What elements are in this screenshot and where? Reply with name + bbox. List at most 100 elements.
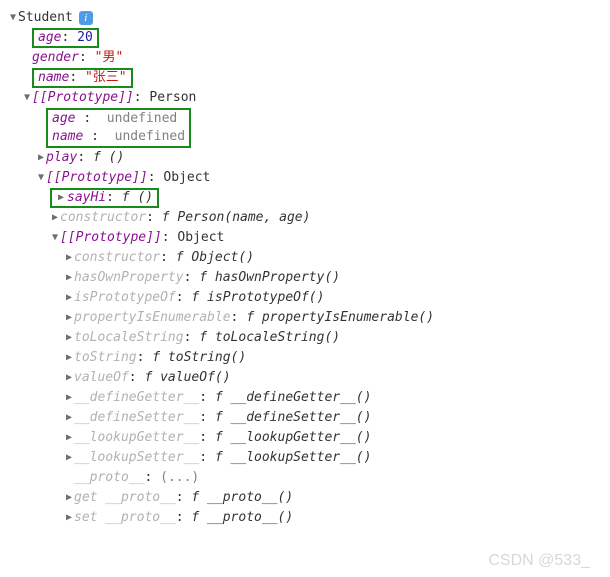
value: f Object() <box>176 248 254 268</box>
root-object-row[interactable]: Student i <box>8 8 602 28</box>
expand-icon[interactable] <box>64 248 74 268</box>
value: f toString() <box>152 348 246 368</box>
key: __proto__ <box>74 468 144 488</box>
proto-label: [[Prototype]] <box>60 228 162 248</box>
colon: : <box>77 148 93 168</box>
class-name: Student <box>18 8 73 28</box>
proto1-play[interactable]: play : f () <box>8 148 602 168</box>
proto3-item[interactable]: propertyIsEnumerable: f propertyIsEnumer… <box>8 308 602 328</box>
proto3-item[interactable]: __lookupGetter__: f __lookupGetter__() <box>8 428 602 448</box>
colon: : <box>106 188 122 208</box>
key: propertyIsEnumerable <box>74 308 231 328</box>
expand-icon[interactable] <box>64 428 74 448</box>
value: f toLocaleString() <box>199 328 340 348</box>
watermark: CSDN @533_ <box>488 551 590 571</box>
prop-age[interactable]: age : 20 <box>8 28 602 48</box>
proto3-item[interactable]: isPrototypeOf: f isPrototypeOf() <box>8 288 602 308</box>
prototype-object-row-2[interactable]: [[Prototype]] : Object <box>8 228 602 248</box>
proto3-get-proto[interactable]: get __proto__ : f __proto__() <box>8 488 602 508</box>
key: play <box>46 148 77 168</box>
value: (...) <box>160 468 199 488</box>
expand-icon[interactable] <box>64 388 74 408</box>
proto2-constructor[interactable]: constructor : f Person(name, age) <box>8 208 602 228</box>
key: hasOwnProperty <box>74 268 184 288</box>
key: __lookupGetter__ <box>74 428 199 448</box>
proto3-item[interactable]: toString: f toString() <box>8 348 602 368</box>
expand-icon[interactable] <box>64 288 74 308</box>
proto1-age[interactable]: age : undefined name : undefined <box>8 108 602 148</box>
prop-name[interactable]: name : "张三" <box>8 68 602 88</box>
proto3-item[interactable]: __defineGetter__: f __defineGetter__() <box>8 388 602 408</box>
expand-icon[interactable] <box>36 148 46 168</box>
expand-icon[interactable] <box>64 328 74 348</box>
key: age <box>52 111 75 126</box>
value: "张三" <box>85 68 127 88</box>
proto-type: Object <box>163 168 210 188</box>
value: f __lookupSetter__() <box>215 448 372 468</box>
key: set __proto__ <box>74 508 176 528</box>
key: toString <box>74 348 137 368</box>
expand-icon[interactable] <box>50 208 60 228</box>
value: f Person(name, age) <box>162 208 311 228</box>
expand-icon[interactable] <box>36 168 46 188</box>
value: 20 <box>77 28 93 48</box>
expand-icon[interactable] <box>64 508 74 528</box>
expand-icon[interactable] <box>64 308 74 328</box>
proto3-item[interactable]: valueOf: f valueOf() <box>8 368 602 388</box>
proto3-item[interactable]: constructor: f Object() <box>8 248 602 268</box>
highlight-box: age : 20 <box>32 28 99 48</box>
colon: : <box>137 348 153 368</box>
colon: : <box>160 248 176 268</box>
expand-icon[interactable] <box>64 408 74 428</box>
proto3-item[interactable]: toLocaleString: f toLocaleString() <box>8 328 602 348</box>
expand-icon[interactable] <box>64 448 74 468</box>
highlight-box: sayHi : f () <box>50 188 159 208</box>
expand-icon[interactable] <box>22 88 32 108</box>
value: "男" <box>95 48 124 68</box>
expand-icon[interactable] <box>64 348 74 368</box>
proto3-item[interactable]: __lookupSetter__: f __lookupSetter__() <box>8 448 602 468</box>
key: isPrototypeOf <box>74 288 176 308</box>
key: constructor <box>60 208 146 228</box>
proto-type: Object <box>177 228 224 248</box>
colon: : <box>199 408 215 428</box>
value: f isPrototypeOf() <box>191 288 324 308</box>
prototype-person-row[interactable]: [[Prototype]] : Person <box>8 88 602 108</box>
key: name <box>38 68 69 88</box>
prototype-object-row-1[interactable]: [[Prototype]] : Object <box>8 168 602 188</box>
expand-icon[interactable] <box>56 188 66 208</box>
colon: : <box>83 111 99 126</box>
colon: : <box>199 428 215 448</box>
info-icon[interactable]: i <box>79 11 93 25</box>
key: gender <box>32 48 79 68</box>
expand-icon[interactable] <box>64 368 74 388</box>
key: toLocaleString <box>74 328 184 348</box>
value: f __defineGetter__() <box>215 388 372 408</box>
key: __defineGetter__ <box>74 388 199 408</box>
proto3-item[interactable]: __defineSetter__: f __defineSetter__() <box>8 408 602 428</box>
value: f __defineSetter__() <box>215 408 372 428</box>
proto-label: [[Prototype]] <box>32 88 134 108</box>
key: __lookupSetter__ <box>74 448 199 468</box>
colon: : <box>129 368 145 388</box>
colon: : <box>199 388 215 408</box>
colon: : <box>176 488 192 508</box>
expand-icon[interactable] <box>64 488 74 508</box>
expand-icon[interactable] <box>50 228 60 248</box>
key: get __proto__ <box>74 488 176 508</box>
key: constructor <box>74 248 160 268</box>
expand-icon[interactable] <box>8 8 18 28</box>
prop-gender[interactable]: gender : "男" <box>8 48 602 68</box>
proto3-proto[interactable]: __proto__ : (...) <box>8 468 602 488</box>
colon: : <box>61 28 77 48</box>
key: valueOf <box>74 368 129 388</box>
expand-icon[interactable] <box>64 268 74 288</box>
colon: : <box>148 168 164 188</box>
proto2-sayhi[interactable]: sayHi : f () <box>8 188 602 208</box>
colon: : <box>91 129 107 144</box>
value: f () <box>93 148 124 168</box>
colon: : <box>184 268 200 288</box>
proto3-set-proto[interactable]: set __proto__ : f __proto__() <box>8 508 602 528</box>
proto3-item[interactable]: hasOwnProperty: f hasOwnProperty() <box>8 268 602 288</box>
key: name <box>52 129 83 144</box>
